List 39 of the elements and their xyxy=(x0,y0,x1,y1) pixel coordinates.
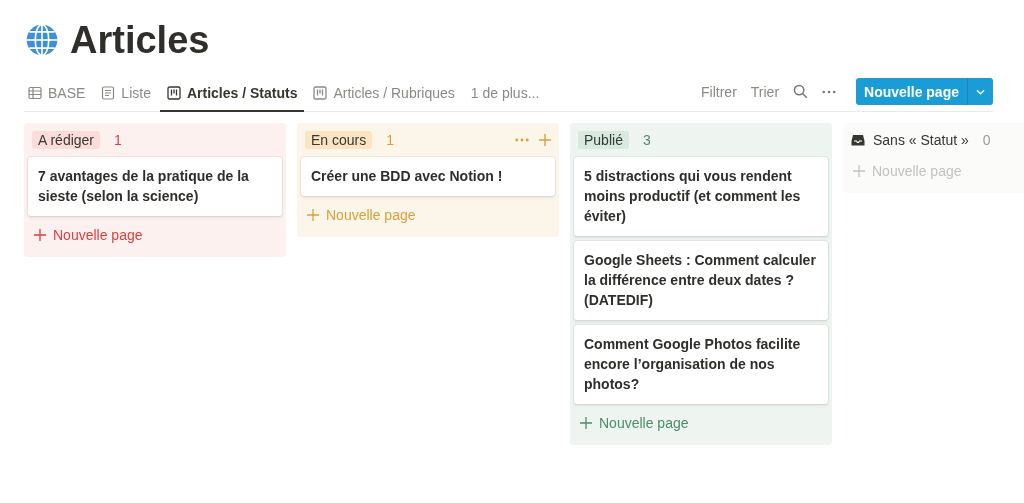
board-icon xyxy=(313,86,328,100)
filter-button[interactable]: Filtrer xyxy=(701,83,737,100)
globe-icon xyxy=(24,22,60,58)
card-count: 1 xyxy=(114,132,122,148)
page-card[interactable]: 5 distractions qui vous rendent moins productif (et comment les éviter) xyxy=(574,157,828,236)
view-tab[interactable]: Articles / Statuts xyxy=(159,76,305,112)
view-tab[interactable]: BASE xyxy=(24,76,93,112)
board-icon xyxy=(166,86,181,100)
new-page-link[interactable]: Nouvelle page xyxy=(28,221,149,249)
page-card[interactable]: 7 avantages de la pratique de la sieste (selon la science) xyxy=(28,157,282,216)
view-tab[interactable]: Liste xyxy=(94,76,158,112)
card-count: 3 xyxy=(642,132,651,148)
inbox-icon xyxy=(851,133,865,147)
status-tag: En cours xyxy=(305,131,373,149)
view-tab[interactable]: 1 de plus... xyxy=(463,76,547,112)
card-count: 1 xyxy=(386,132,395,148)
search-icon[interactable] xyxy=(793,84,809,99)
status-tag: A rédiger xyxy=(32,131,101,149)
list-icon xyxy=(101,86,116,100)
status-tag: Publié xyxy=(578,131,629,149)
view-tab[interactable]: Articles / Rubriques xyxy=(306,76,462,112)
more-icon[interactable] xyxy=(822,89,837,94)
table-icon xyxy=(28,86,42,100)
chevron-icon xyxy=(976,88,985,95)
plus-icon xyxy=(580,417,592,429)
sort-button[interactable]: Trier xyxy=(750,83,780,100)
card-count: 0 xyxy=(982,132,991,148)
page-card[interactable]: Comment Google Photos facilite encore l’organisation de nos photos? xyxy=(574,325,828,404)
plus-icon[interactable] xyxy=(539,134,551,146)
page-card[interactable]: Google Sheets : Comment calculer la différence entre deux dates ? (DATEDIF) xyxy=(574,241,828,320)
plus-icon xyxy=(307,209,319,221)
page-card[interactable]: Créer une BDD avec Notion ! xyxy=(301,157,555,196)
page-title: Articles xyxy=(70,18,210,62)
new-page-link[interactable]: Nouvelle page xyxy=(574,409,695,437)
plus-icon xyxy=(34,229,46,241)
group-label: Sans « Statut » xyxy=(873,132,969,148)
more-icon[interactable] xyxy=(515,138,529,142)
new-page-link[interactable]: Nouvelle page xyxy=(301,201,422,229)
plus-icon xyxy=(853,165,865,177)
